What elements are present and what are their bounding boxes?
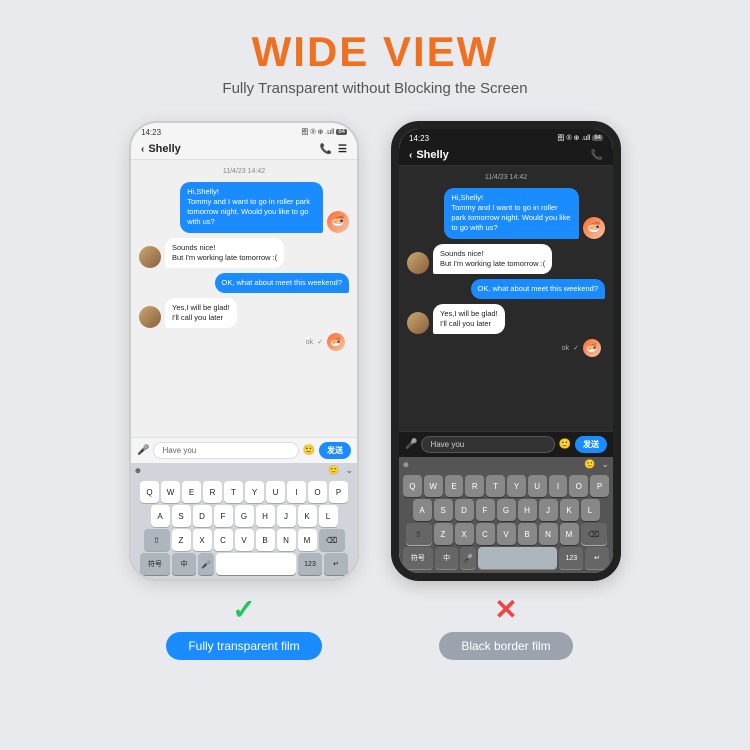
kb-bottom-row: 符号 中 🎤 123 ↵: [135, 553, 353, 575]
right-keyboard: Q W E R T Y U I O P A S D: [399, 472, 613, 573]
right-msg-2: Sounds nice!But I'm working late tomorro…: [407, 244, 605, 274]
right-label: ✕ Black border film: [439, 593, 572, 660]
right-emoji-icon: 🙂: [559, 439, 571, 450]
right-food-emoji-1: 🍜: [583, 217, 605, 239]
right-keyboard-toolbar: ⊕ 🙂 ⌄: [399, 457, 613, 472]
right-status-icons: 图 ® ⊕ .ull 84: [557, 133, 603, 143]
left-phone-wrapper: 14:23 图 ® ⊕ .ull 84 ‹ Shelly: [129, 121, 359, 660]
left-emoji-icon: 🙂: [303, 445, 315, 456]
right-avatar-1: [407, 252, 429, 274]
right-date: 11/4/23 14:42: [407, 174, 605, 181]
page-title: WIDE VIEW: [222, 28, 527, 76]
phone-icon: 📞: [320, 144, 332, 155]
left-chat-area: 11/4/23 14:42 🍜 Hi,Shelly!Tommy and I wa…: [131, 160, 357, 437]
right-backspace-key[interactable]: ⌫: [581, 523, 607, 545]
right-kb-row-3: ⇧ Z X C V B N M ⌫: [403, 523, 609, 545]
left-mic-icon: 🎤: [137, 445, 149, 456]
kb-row-3: ⇧ Z X C V B N M ⌫: [135, 529, 353, 551]
right-keyboard-extra-icon: ⊕: [403, 461, 409, 469]
food-emoji-1: 🍜: [327, 211, 349, 233]
left-input-bar: 🎤 Have you 🙂 发送: [131, 437, 357, 463]
black-border-film-badge: Black border film: [439, 632, 572, 660]
left-chat-name: Shelly: [148, 143, 180, 155]
left-send-button[interactable]: 发送: [319, 442, 351, 459]
right-msg-1: 🍜 Hi,Shelly!Tommy and I want to go in ro…: [407, 188, 605, 239]
right-return-key[interactable]: ↵: [585, 547, 609, 569]
right-numbers-key[interactable]: 123: [559, 547, 583, 569]
header: WIDE VIEW Fully Transparent without Bloc…: [222, 0, 527, 103]
phones-container: 14:23 图 ® ⊕ .ull 84 ‹ Shelly: [0, 121, 750, 660]
chinese-key[interactable]: 中: [172, 553, 196, 575]
left-label: ✓ Fully transparent film: [166, 593, 321, 660]
right-chat-area: 11/4/23 14:42 🍜 Hi,Shelly!Tommy and I wa…: [399, 166, 613, 431]
right-kb-bottom-row: 符号 中 🎤 123 ↵: [403, 547, 609, 569]
backspace-key[interactable]: ⌫: [319, 529, 345, 551]
avatar-2: [139, 306, 161, 328]
right-input-field[interactable]: Have you: [421, 436, 554, 453]
checkmark-icon: ✓: [232, 593, 255, 626]
right-chat-name: Shelly: [416, 149, 448, 161]
left-msg-2: Sounds nice!But I'm working late tomorro…: [139, 238, 349, 268]
left-msg-1: 🍜 Hi,Shelly!Tommy and I want to go in ro…: [139, 182, 349, 233]
right-shift-key[interactable]: ⇧: [406, 523, 432, 545]
right-msg-4: Yes,I will be glad!I'll call you later: [407, 304, 605, 334]
cross-icon: ✕: [494, 593, 517, 626]
left-status-icons: 图 ® ⊕ .ull 84: [301, 127, 347, 137]
keyboard-extra-icon: ⊕: [135, 467, 141, 475]
right-mic-icon: 🎤: [405, 439, 417, 450]
shift-key[interactable]: ⇧: [144, 529, 170, 551]
page-subtitle: Fully Transparent without Blocking the S…: [222, 80, 527, 97]
right-chinese-key[interactable]: 中: [435, 547, 459, 569]
left-msg-4: Yes,I will be glad!I'll call you later: [139, 298, 349, 328]
right-symbols-key[interactable]: 符号: [403, 547, 433, 569]
right-kb-row-1: Q W E R T Y U I O P: [403, 475, 609, 497]
right-status-bar: 14:23 图 ® ⊕ .ull 84: [399, 129, 613, 145]
right-phone: 14:23 图 ® ⊕ .ull 84 ‹ Shelly: [391, 121, 621, 581]
right-phone-wrapper: 14:23 图 ® ⊕ .ull 84 ‹ Shelly: [391, 121, 621, 660]
right-avatar-2: [407, 312, 429, 334]
right-phone-icon: 📞: [591, 150, 603, 161]
left-keyboard-toolbar: ⊕ 🙂 ⌄: [131, 463, 357, 478]
left-phone: 14:23 图 ® ⊕ .ull 84 ‹ Shelly: [129, 121, 359, 581]
left-msg-3: OK, what about meet this weekend?: [139, 273, 349, 293]
left-time: 14:23: [141, 128, 161, 137]
avatar-1: [139, 246, 161, 268]
left-ok-row: ok ✓ 🍜: [139, 333, 349, 351]
left-status-bar: 14:23 图 ® ⊕ .ull 84: [131, 123, 357, 139]
right-kb-row-2: A S D F G H J K L: [403, 499, 609, 521]
right-space-key[interactable]: [478, 547, 557, 569]
return-key[interactable]: ↵: [324, 553, 348, 575]
right-send-button[interactable]: 发送: [575, 436, 607, 453]
right-msg-3: OK, what about meet this weekend?: [407, 279, 605, 299]
right-input-bar: 🎤 Have you 🙂 发送: [399, 431, 613, 457]
space-key[interactable]: [216, 553, 296, 575]
left-keyboard: Q W E R T Y U I O P A S D: [131, 478, 357, 579]
mic-kb-key[interactable]: 🎤: [198, 553, 214, 575]
right-mic-kb-key[interactable]: 🎤: [460, 547, 476, 569]
left-date: 11/4/23 14:42: [139, 168, 349, 175]
kb-row-2: A S D F G H J K L: [135, 505, 353, 527]
left-chat-header: ‹ Shelly 📞 ☰: [131, 139, 357, 160]
left-input-field[interactable]: Have you: [153, 442, 298, 459]
numbers-key[interactable]: 123: [298, 553, 322, 575]
left-phone-screen: 14:23 图 ® ⊕ .ull 84 ‹ Shelly: [131, 123, 357, 579]
symbols-key[interactable]: 符号: [140, 553, 170, 575]
transparent-film-badge: Fully transparent film: [166, 632, 321, 660]
right-chat-header: ‹ Shelly 📞: [399, 145, 613, 166]
menu-icon: ☰: [338, 144, 347, 155]
kb-row-1: Q W E R T Y U I O P: [135, 481, 353, 503]
right-time: 14:23: [409, 134, 429, 143]
right-phone-screen: 14:23 图 ® ⊕ .ull 84 ‹ Shelly: [399, 129, 613, 573]
right-ok-row: ok ✓ 🍜: [407, 339, 605, 357]
